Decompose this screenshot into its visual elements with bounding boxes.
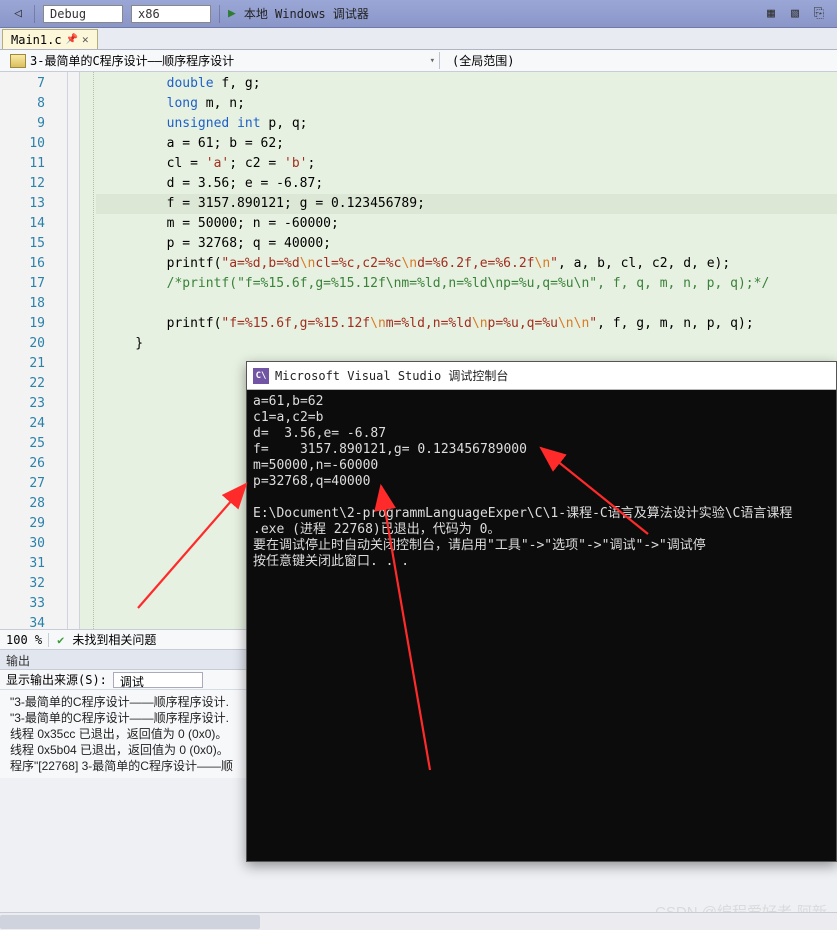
line-number: 22: [0, 374, 45, 394]
issues-label: 未找到相关问题: [72, 631, 156, 648]
scope-left-label: 3-最简单的C程序设计——顺序程序设计: [30, 52, 234, 69]
platform-dropdown[interactable]: x86: [131, 5, 211, 23]
console-titlebar[interactable]: C\ Microsoft Visual Studio 调试控制台: [247, 362, 836, 390]
run-button[interactable]: 本地 Windows 调试器: [244, 5, 369, 22]
breakpoint-column[interactable]: [68, 72, 80, 629]
code-line[interactable]: [96, 294, 837, 314]
scope-dropdown-left[interactable]: 3-最简单的C程序设计——顺序程序设计 ▾: [0, 52, 440, 69]
code-line[interactable]: a = 61; b = 62;: [96, 134, 837, 154]
code-line[interactable]: }: [96, 334, 837, 354]
line-number: 33: [0, 594, 45, 614]
navigation-bar: 3-最简单的C程序设计——顺序程序设计 ▾ (全局范围): [0, 50, 837, 72]
line-number: 24: [0, 414, 45, 434]
debug-console-window[interactable]: C\ Microsoft Visual Studio 调试控制台 a=61,b=…: [246, 361, 837, 862]
pin-icon[interactable]: 📌: [66, 34, 78, 45]
line-number: 12: [0, 174, 45, 194]
config-dropdown[interactable]: Debug: [43, 5, 123, 23]
code-line[interactable]: double f, g;: [96, 74, 837, 94]
console-output[interactable]: a=61,b=62 c1=a,c2=b d= 3.56,e= -6.87 f= …: [247, 390, 836, 574]
line-number-gutter: 7891011121314151617181920212223242526272…: [0, 72, 68, 629]
back-icon[interactable]: ◁: [10, 6, 26, 22]
fold-column[interactable]: [80, 72, 94, 629]
line-number: 11: [0, 154, 45, 174]
code-line[interactable]: printf("f=%15.6f,g=%15.12f\nm=%ld,n=%ld\…: [96, 314, 837, 334]
line-number: 29: [0, 514, 45, 534]
tool-icon-2[interactable]: ▧: [787, 6, 803, 22]
output-source-dropdown[interactable]: 调试: [113, 672, 203, 688]
play-icon[interactable]: ▶: [228, 6, 236, 21]
tab-main1c[interactable]: Main1.c 📌 ✕: [2, 29, 98, 49]
code-line[interactable]: d = 3.56; e = -6.87;: [96, 174, 837, 194]
console-title: Microsoft Visual Studio 调试控制台: [275, 367, 508, 384]
output-source-label: 显示输出来源(S):: [6, 671, 107, 688]
close-icon[interactable]: ✕: [82, 33, 89, 46]
code-line[interactable]: cl = 'a'; c2 = 'b';: [96, 154, 837, 174]
line-number: 9: [0, 114, 45, 134]
line-number: 16: [0, 254, 45, 274]
line-number: 25: [0, 434, 45, 454]
check-icon: ✔: [57, 633, 64, 647]
tool-icon-1[interactable]: ▦: [763, 6, 779, 22]
line-number: 8: [0, 94, 45, 114]
tab-label: Main1.c: [11, 33, 62, 47]
line-number: 10: [0, 134, 45, 154]
line-number: 18: [0, 294, 45, 314]
chevron-down-icon: ▾: [430, 56, 435, 66]
line-number: 26: [0, 454, 45, 474]
code-line[interactable]: m = 50000; n = -60000;: [96, 214, 837, 234]
code-line[interactable]: long m, n;: [96, 94, 837, 114]
scrollbar-thumb[interactable]: [0, 915, 260, 929]
line-number: 31: [0, 554, 45, 574]
code-line[interactable]: p = 32768; q = 40000;: [96, 234, 837, 254]
line-number: 30: [0, 534, 45, 554]
code-line[interactable]: f = 3157.890121; g = 0.123456789;: [96, 194, 837, 214]
line-number: 32: [0, 574, 45, 594]
vs-icon: C\: [253, 368, 269, 384]
line-number: 21: [0, 354, 45, 374]
line-number: 15: [0, 234, 45, 254]
line-number: 14: [0, 214, 45, 234]
line-number: 7: [0, 74, 45, 94]
line-number: 19: [0, 314, 45, 334]
line-number: 17: [0, 274, 45, 294]
horizontal-scrollbar[interactable]: [0, 912, 837, 930]
project-icon: [10, 54, 26, 68]
document-tabbar: Main1.c 📌 ✕: [0, 28, 837, 50]
line-number: 23: [0, 394, 45, 414]
line-number: 20: [0, 334, 45, 354]
scope-right-label: (全局范围): [452, 54, 514, 68]
code-line[interactable]: /*printf("f=%15.6f,g=%15.12f\nm=%ld,n=%l…: [96, 274, 837, 294]
zoom-level[interactable]: 100 %: [0, 633, 49, 647]
main-toolbar: ◁ Debug x86 ▶ 本地 Windows 调试器 ▦ ▧ ⎘: [0, 0, 837, 28]
line-number: 34: [0, 614, 45, 634]
line-number: 13: [0, 194, 45, 214]
scope-dropdown-right[interactable]: (全局范围): [440, 52, 514, 69]
code-line[interactable]: unsigned int p, q;: [96, 114, 837, 134]
line-number: 28: [0, 494, 45, 514]
tool-icon-3[interactable]: ⎘: [811, 6, 827, 22]
code-line[interactable]: printf("a=%d,b=%d\ncl=%c,c2=%c\nd=%6.2f,…: [96, 254, 837, 274]
line-number: 27: [0, 474, 45, 494]
